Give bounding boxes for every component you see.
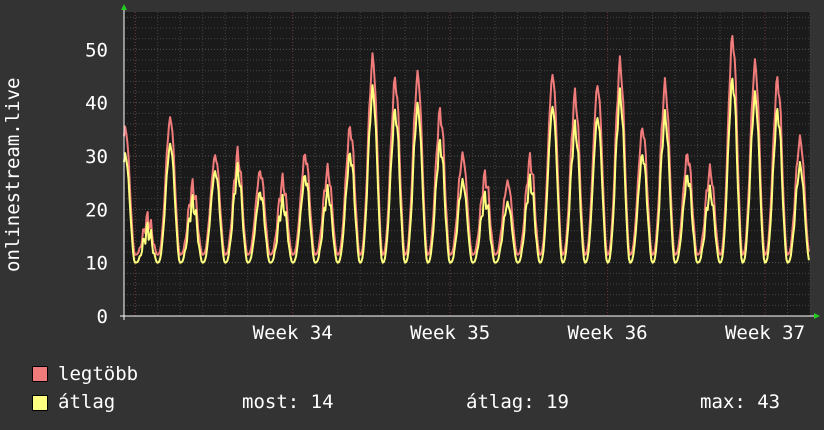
legend-label-avg: átlag: [58, 391, 116, 413]
plot-area: [124, 12, 810, 316]
x-tick-label: Week 36: [568, 322, 648, 344]
x-tick-label: Week 34: [253, 322, 333, 344]
y-tick-label: 30: [85, 146, 108, 168]
x-tick-labels: Week 34 Week 35 Week 36 Week 37: [253, 322, 805, 344]
x-tick-label: Week 37: [725, 322, 805, 344]
stat-now: most: 14: [242, 391, 334, 413]
y-tick-label: 10: [85, 253, 108, 275]
y-tick-label: 20: [85, 199, 108, 221]
stat-max: max: 43: [700, 391, 781, 413]
y-tick-label: 0: [97, 306, 108, 328]
x-axis-arrow: [814, 313, 820, 319]
legend-swatch-max: [32, 366, 48, 382]
y-axis-arrow: [121, 4, 127, 10]
legend-label-max: legtöbb: [58, 363, 139, 385]
x-tick-label: Week 35: [410, 322, 490, 344]
y-tick-label: 50: [85, 39, 108, 61]
y-tick-labels: 0 10 20 30 40 50: [85, 39, 108, 328]
y-tick-label: 40: [85, 93, 108, 115]
y-axis-label: onlinestream.live: [2, 78, 24, 272]
legend-swatch-avg: [32, 395, 48, 411]
stat-avg: átlag: 19: [466, 391, 569, 413]
